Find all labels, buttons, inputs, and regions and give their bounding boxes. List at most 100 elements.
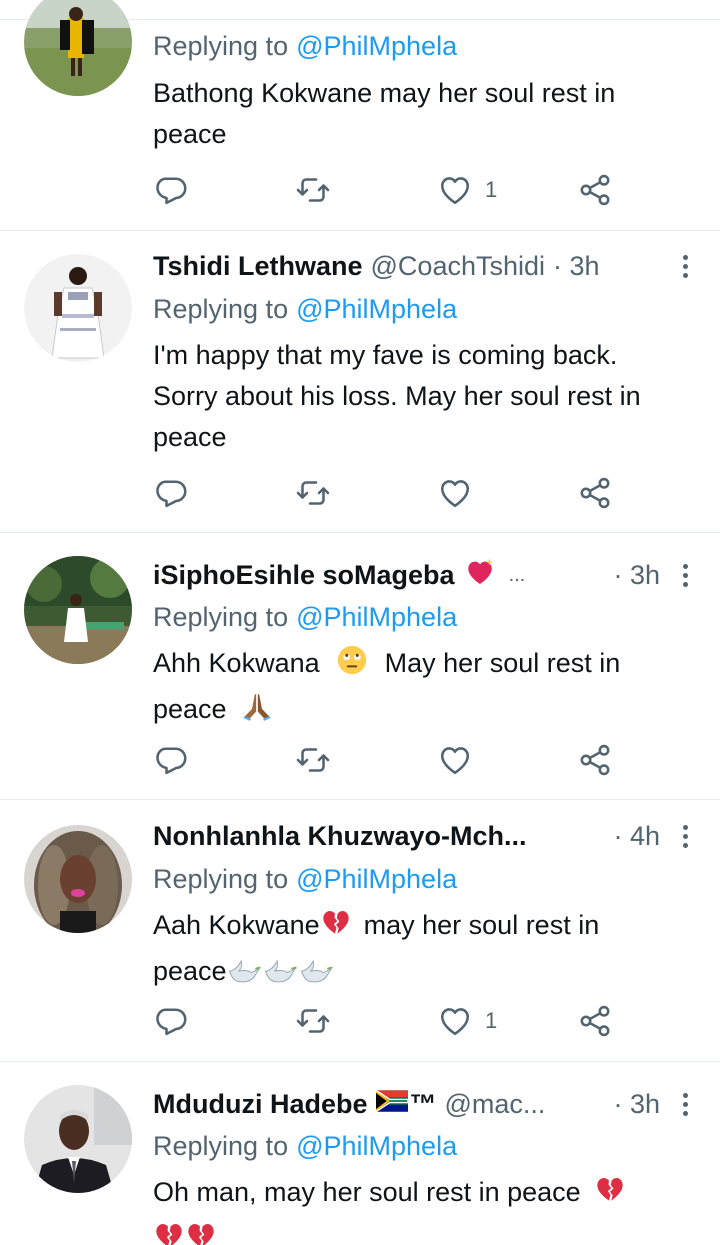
replying-prefix: Replying to: [153, 1130, 289, 1161]
tweet-text-line: peace: [153, 951, 696, 997]
user-handle[interactable]: ...: [509, 564, 526, 587]
broken-heart-emoji: [320, 907, 352, 951]
broken-heart-emoji: [594, 1174, 626, 1218]
tweet-text-segment: May her soul rest in: [384, 648, 621, 678]
tweet-text-line: Ahh Kokwana May her soul rest in: [153, 643, 696, 689]
tweet-text-line: [153, 1218, 696, 1245]
replying-to: Replying to @PhilMphela: [153, 597, 457, 637]
display-name[interactable]: iSiphoEsihle soMageba: [153, 560, 455, 591]
reply-icon: [156, 1008, 187, 1036]
reply-icon: [156, 480, 187, 508]
display-name[interactable]: Mduduzi Hadebe: [153, 1089, 368, 1120]
more-icon: [683, 823, 688, 850]
folded-hands-emoji: [240, 689, 274, 735]
tweet-header: iSiphoEsihle soMageba ... · 3h: [153, 555, 700, 595]
replying-prefix: Replying to: [153, 863, 289, 894]
tweet-reply-2[interactable]: Tshidi Lethwane @CoachTshidi · 3h Replyi…: [0, 231, 720, 533]
avatar-photo: [24, 556, 132, 664]
more-options-button[interactable]: [660, 246, 700, 286]
retweet-icon: [296, 748, 330, 772]
rolling-eyes-emoji: [335, 643, 369, 689]
like-button[interactable]: 1: [437, 999, 497, 1043]
tweet-text: Bathong Kokwane may her soul rest in pea…: [153, 73, 696, 155]
timestamp[interactable]: · 3h: [605, 1089, 660, 1120]
like-count: 1: [485, 1008, 498, 1033]
avatar-photo: [24, 825, 132, 933]
retweet-button[interactable]: [295, 738, 331, 782]
display-name[interactable]: Tshidi Lethwane: [153, 251, 363, 282]
more-icon: [683, 253, 688, 280]
sparkling-heart-emoji: [463, 556, 497, 595]
mention-link[interactable]: @PhilMphela: [296, 294, 457, 325]
avatar[interactable]: [24, 1085, 132, 1193]
retweet-icon: [296, 1009, 330, 1033]
tweet-reply-4[interactable]: Nonhlanhla Khuzwayo-Mch... · 4h Replying…: [0, 800, 720, 1062]
user-handle[interactable]: @CoachTshidi: [371, 251, 546, 282]
avatar-photo: [24, 0, 132, 96]
reply-button[interactable]: [153, 168, 189, 212]
mention-link[interactable]: @PhilMphela: [296, 1131, 457, 1162]
retweet-icon: [296, 178, 330, 202]
share-button[interactable]: [577, 471, 613, 515]
like-button[interactable]: [437, 471, 473, 515]
tweet-reply-1[interactable]: Replying to @PhilMphela Bathong Kokwane …: [0, 0, 720, 231]
like-icon: [440, 747, 470, 775]
reply-button[interactable]: [153, 471, 189, 515]
tweet-text-segment: Oh man, may her soul rest in peace: [153, 1177, 581, 1207]
tweet-actions: [153, 738, 623, 782]
retweet-button[interactable]: [295, 168, 331, 212]
reply-icon: [156, 177, 187, 205]
tweet-reply-3[interactable]: iSiphoEsihle soMageba ... · 3h Replying …: [0, 533, 720, 800]
dove-emoji: [299, 955, 335, 997]
tweet-text: Oh man, may her soul rest in peace: [153, 1172, 696, 1245]
share-button[interactable]: [577, 738, 613, 782]
south-africa-flag-emoji: [375, 1089, 409, 1120]
tweet-text-line: Oh man, may her soul rest in peace: [153, 1172, 696, 1218]
display-name[interactable]: Nonhlanhla Khuzwayo-Mch...: [153, 821, 527, 852]
avatar[interactable]: [24, 556, 132, 664]
mention-link[interactable]: @PhilMphela: [296, 31, 457, 62]
user-handle[interactable]: @mac...: [445, 1089, 546, 1120]
like-button[interactable]: [437, 738, 473, 782]
retweet-button[interactable]: [295, 471, 331, 515]
timestamp[interactable]: · 3h: [553, 251, 600, 282]
mention-link[interactable]: @PhilMphela: [296, 864, 457, 895]
tweet-text-line: Sorry about his loss. May her soul rest …: [153, 381, 641, 411]
avatar[interactable]: [24, 825, 132, 933]
tweet-actions: 1: [153, 168, 623, 212]
tweet-header: Tshidi Lethwane @CoachTshidi · 3h: [153, 246, 700, 286]
tweet-text: Aah Kokwane may her soul rest in peace: [153, 905, 696, 997]
tweet-text-line: peace: [153, 119, 227, 149]
tweet-text-line: Aah Kokwane may her soul rest in: [153, 905, 696, 951]
timestamp[interactable]: · 4h: [605, 821, 660, 852]
tweet-text-line: peace: [153, 689, 696, 735]
replying-to: Replying to @PhilMphela: [153, 859, 457, 899]
timestamp[interactable]: · 3h: [605, 560, 660, 591]
replying-to: Replying to @PhilMphela: [153, 26, 457, 66]
avatar[interactable]: [24, 0, 132, 96]
tweet-text-segment: peace: [153, 694, 227, 724]
share-button[interactable]: [577, 999, 613, 1043]
like-count: 1: [485, 177, 498, 202]
tweet-actions: 1: [153, 999, 623, 1043]
reply-button[interactable]: [153, 738, 189, 782]
retweet-button[interactable]: [295, 999, 331, 1043]
more-options-button[interactable]: [660, 1084, 700, 1124]
share-button[interactable]: [577, 168, 613, 212]
tweet-text-segment: Aah Kokwane: [153, 910, 320, 940]
share-icon: [580, 1005, 610, 1037]
tweet-text-segment: may her soul rest in: [363, 910, 600, 940]
reply-icon: [156, 747, 187, 775]
more-options-button[interactable]: [660, 555, 700, 595]
tweet-text: I'm happy that my fave is coming back. S…: [153, 335, 696, 458]
mention-link[interactable]: @PhilMphela: [296, 602, 457, 633]
tweet-reply-5[interactable]: Mduduzi Hadebe ™ @mac... · 3h Replying t…: [0, 1062, 720, 1245]
replying-prefix: Replying to: [153, 293, 289, 324]
more-options-button[interactable]: [660, 816, 700, 856]
avatar[interactable]: [24, 254, 132, 362]
like-button[interactable]: 1: [437, 168, 497, 212]
reply-button[interactable]: [153, 999, 189, 1043]
broken-heart-emoji: [185, 1220, 217, 1245]
tweet-text-line: I'm happy that my fave is coming back.: [153, 340, 618, 370]
tweet-text-line: Bathong Kokwane may her soul rest in: [153, 78, 616, 108]
